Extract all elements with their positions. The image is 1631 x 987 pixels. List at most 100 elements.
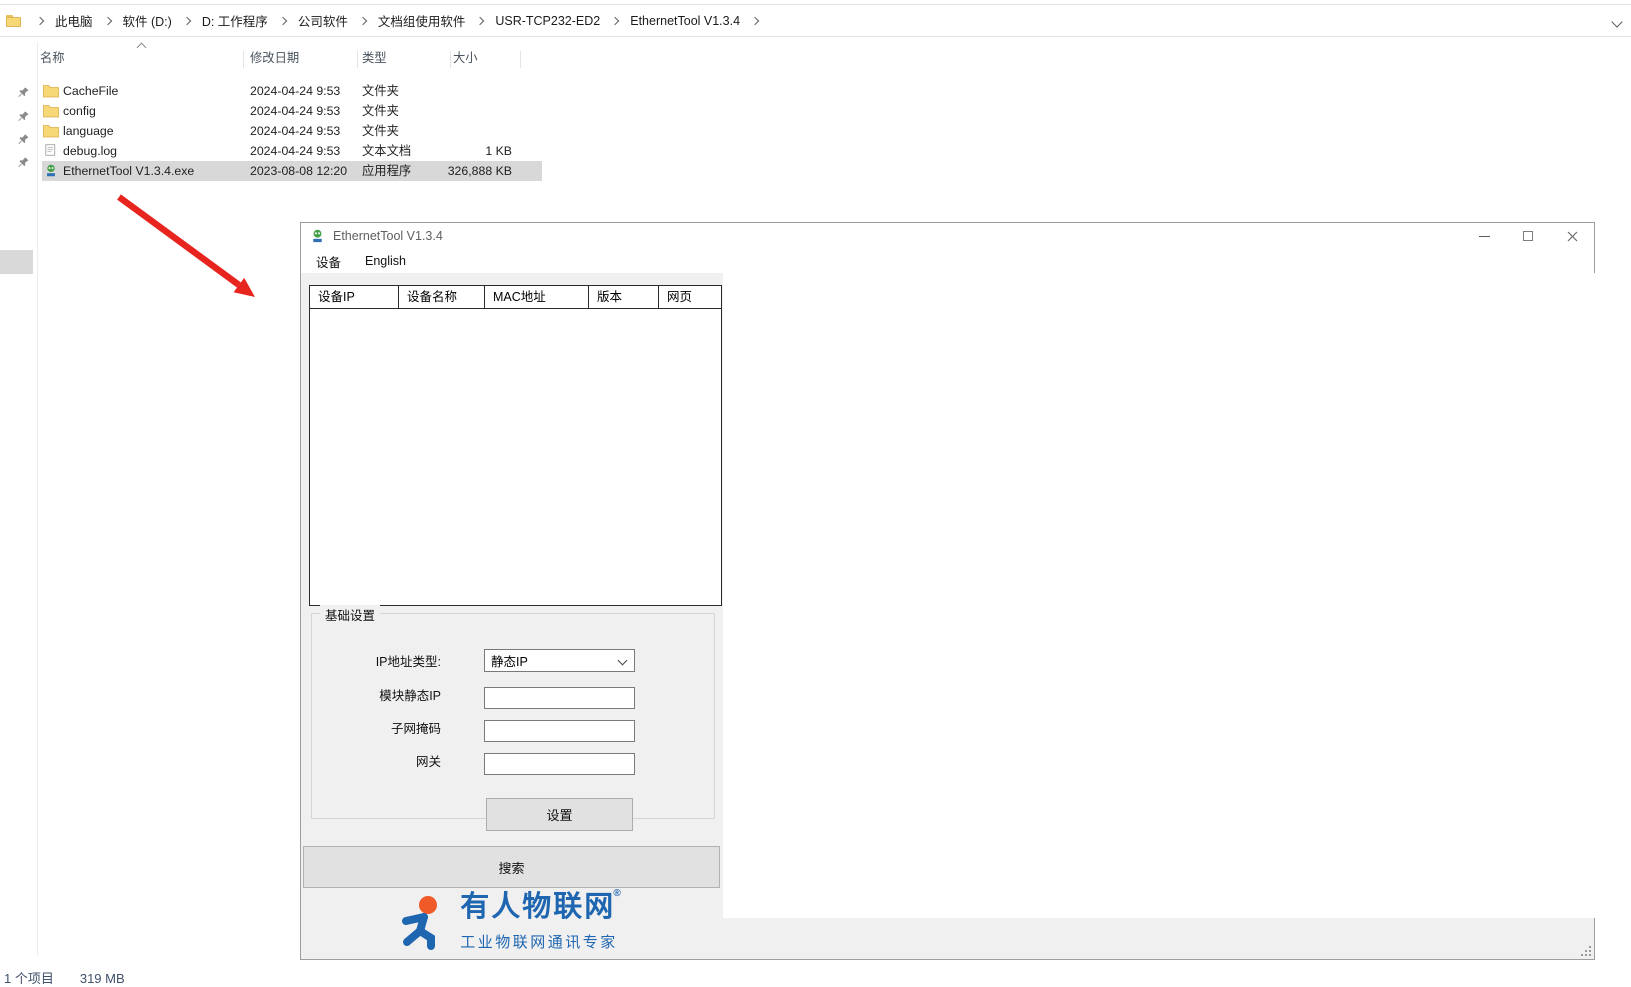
registered-mark: ® [613,888,622,899]
gateway-label: 网关 [301,751,441,773]
maximize-icon [1523,231,1533,241]
logo-subtitle: 工业物联网通讯专家 [460,931,624,952]
pin-icon [17,156,30,169]
file-name: EthernetTool V1.3.4.exe [63,161,194,181]
file-name: CacheFile [63,81,118,101]
set-button[interactable]: 设置 [486,798,633,831]
resize-grip[interactable] [1580,945,1591,956]
annotation-arrow [105,185,270,315]
file-date: 2024-04-24 9:53 [250,81,340,101]
subnet-label: 子网掩码 [301,718,441,740]
breadcrumb-item[interactable]: 文档组使用软件 [372,9,472,32]
file-size: 326,888 KB [402,161,512,181]
app-icon [44,164,58,178]
address-history-chevron-icon[interactable] [1611,16,1622,27]
file-date: 2024-04-24 9:53 [250,101,340,121]
folder-icon [43,84,59,98]
device-col-name[interactable]: 设备名称 [399,286,485,308]
file-name: config [63,101,96,121]
device-list-header: 设备IP 设备名称 MAC地址 版本 网页 [310,286,721,309]
nav-pane-item[interactable] [0,250,33,274]
file-name: debug.log [63,141,117,161]
column-header-size[interactable]: 大小 [453,48,478,72]
breadcrumb-item[interactable]: EthernetTool V1.3.4 [624,12,746,30]
ethernettool-window: EthernetTool V1.3.4 设备 English 设备IP 设备名称… [300,222,1595,960]
column-header-date[interactable]: 修改日期 [250,48,299,72]
file-row[interactable]: debug.log 2024-04-24 9:53 文本文档 1 KB [42,141,542,161]
column-header-type[interactable]: 类型 [362,48,387,72]
device-col-mac[interactable]: MAC地址 [485,286,589,308]
breadcrumb-separator-icon [279,16,287,24]
breadcrumb-item[interactable]: 公司软件 [292,9,354,32]
device-list[interactable]: 设备IP 设备名称 MAC地址 版本 网页 [309,285,722,606]
folder-icon [43,104,59,118]
status-bar: 1 个项目 319 MB [4,968,151,987]
window-titlebar[interactable]: EthernetTool V1.3.4 [301,223,1594,249]
file-row[interactable]: language 2024-04-24 9:53 文件夹 [42,121,542,141]
window-title: EthernetTool V1.3.4 [333,229,443,243]
pin-icon [17,86,30,99]
static-ip-input[interactable] [484,687,635,709]
sort-ascending-icon [137,43,147,53]
gateway-input[interactable] [484,753,635,775]
usr-person-icon [398,894,450,950]
file-date: 2024-04-24 9:53 [250,121,340,141]
breadcrumb-item[interactable]: D: 工作程序 [196,9,274,32]
file-type: 文件夹 [362,101,399,121]
address-bar: 此电脑 软件 (D:) D: 工作程序 公司软件 文档组使用软件 USR-TCP… [0,4,1631,37]
chevron-down-icon [618,656,628,666]
file-size [402,101,512,121]
device-col-ip[interactable]: 设备IP [310,286,399,308]
pane-divider [37,42,38,956]
breadcrumb-item[interactable]: 此电脑 [49,9,99,32]
breadcrumb-separator-icon [36,16,44,24]
file-date: 2023-08-08 12:20 [250,161,347,181]
group-label: 基础设置 [320,605,380,624]
device-col-web[interactable]: 网页 [659,286,721,308]
file-row[interactable]: CacheFile 2024-04-24 9:53 文件夹 [42,81,542,101]
ip-type-select[interactable]: 静态IP [484,649,635,672]
file-date: 2024-04-24 9:53 [250,141,340,161]
search-button[interactable]: 搜索 [303,846,720,888]
breadcrumb-separator-icon [359,16,367,24]
breadcrumb-separator-icon [476,16,484,24]
file-size: 1 KB [402,141,512,161]
folder-icon [6,15,21,27]
menu-english[interactable]: English [356,251,415,271]
column-header-name[interactable]: 名称 [40,48,65,72]
pin-icon [17,110,30,123]
file-row[interactable]: config 2024-04-24 9:53 文件夹 [42,101,542,121]
breadcrumb-separator-icon [751,16,759,24]
selection-size: 319 MB [80,971,125,986]
subnet-input[interactable] [484,720,635,742]
menu-bar: 设备 English [301,249,1594,273]
app-icon [310,229,325,244]
breadcrumb-separator-icon [183,16,191,24]
close-button[interactable] [1550,223,1594,249]
usr-logo: 有人物联网® 工业物联网通讯专家 [301,889,722,955]
file-size [402,81,512,101]
breadcrumb-separator-icon [611,16,619,24]
maximize-button[interactable] [1506,223,1550,249]
file-type: 文件夹 [362,121,399,141]
close-icon [1567,231,1578,242]
basic-settings-group: 基础设置 [311,613,715,819]
menu-device[interactable]: 设备 [307,249,350,274]
breadcrumb-item[interactable]: 软件 (D:) [117,9,178,32]
text-file-icon [45,143,58,157]
minimize-icon [1479,236,1490,237]
file-type: 文件夹 [362,81,399,101]
pin-icon [17,133,30,146]
minimize-button[interactable] [1462,223,1506,249]
device-col-version[interactable]: 版本 [589,286,659,308]
ip-type-value: 静态IP [491,651,528,670]
breadcrumb-item[interactable]: USR-TCP232-ED2 [489,12,606,30]
file-row-selected[interactable]: EthernetTool V1.3.4.exe 2023-08-08 12:20… [42,161,542,181]
static-ip-label: 模块静态IP [301,685,441,707]
logo-title: 有人物联网® [460,892,624,929]
folder-icon [43,124,59,138]
item-count: 1 个项目 [4,971,54,986]
ip-type-label: IP地址类型: [301,651,441,673]
breadcrumb-separator-icon [103,16,111,24]
file-size [402,121,512,141]
